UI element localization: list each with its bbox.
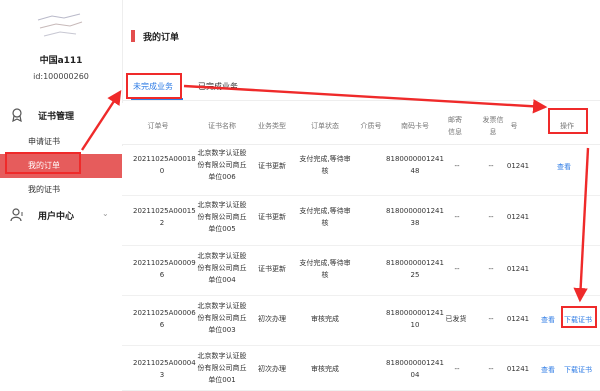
order-number: 20211025A00006 6: [133, 309, 196, 329]
order-status: 审核完成: [311, 315, 339, 323]
number-cell: 01241: [506, 162, 530, 170]
nav-group-user-center[interactable]: 用户中心 ⌄: [0, 206, 122, 226]
certificate-name: 北京数字认证股 份有限公司商丘 单位006: [197, 149, 247, 181]
order-status: 支付完成,等待审核: [299, 207, 351, 227]
sidebar-item-apply-certificate[interactable]: 申请证书: [0, 130, 122, 154]
title-accent-bar: [131, 30, 135, 42]
invoice-info: --: [488, 315, 494, 323]
view-link[interactable]: 查看: [538, 314, 558, 326]
col-header-order-status: 订单状态: [311, 122, 339, 130]
order-status: 支付完成,等待审核: [299, 259, 351, 279]
user-id: id:100000260: [33, 72, 89, 81]
card-number: 8180000001241 38: [386, 207, 444, 227]
order-number: 20211025A00015 2: [133, 207, 196, 227]
nav-group-label: 用户中心: [38, 212, 75, 222]
col-header-cert-name: 证书名称: [208, 122, 236, 130]
sidebar-item-my-certificates[interactable]: 我的证书: [0, 178, 122, 202]
nav-group-certificate-management[interactable]: 证书管理: [0, 106, 122, 126]
business-type: 证书更新: [258, 265, 286, 273]
annotation-box-my-orders: [5, 152, 81, 174]
mail-info: 已发货: [445, 315, 467, 323]
download-certificate-link[interactable]: 下载证书: [562, 364, 594, 376]
invoice-info: --: [488, 365, 494, 373]
company-logo: [30, 6, 90, 46]
page-title: 我的订单: [143, 33, 180, 43]
card-number: 8180000001241 25: [386, 259, 444, 279]
mail-info: --: [454, 213, 460, 221]
annotation-box-incomplete-tab: [126, 73, 182, 99]
col-header-medium-no: 介质号: [360, 122, 382, 130]
order-status: 支付完成,等待审核: [299, 155, 351, 175]
mail-info: --: [454, 365, 460, 373]
business-type: 证书更新: [258, 162, 286, 170]
user-name: 中国a111: [39, 56, 83, 66]
order-number: 20211025A00009 6: [133, 259, 196, 279]
order-number: 20211025A00018 0: [133, 155, 196, 175]
number-cell: 01241: [506, 365, 530, 373]
certificate-name: 北京数字认证股 份有限公司商丘 单位005: [197, 201, 247, 233]
card-number: 8180000001241 48: [386, 155, 444, 175]
business-type: 证书更新: [258, 213, 286, 221]
number-cell: 01241: [506, 213, 530, 221]
col-header-card-no: 南码卡号: [401, 122, 429, 130]
chevron-down-icon: ⌄: [102, 209, 109, 218]
col-header-order-no: 订单号: [147, 122, 169, 130]
nav-group-label: 证书管理: [38, 112, 75, 122]
certificate-name: 北京数字认证股 份有限公司商丘 单位001: [197, 352, 247, 384]
user-icon: [10, 208, 23, 222]
certificate-icon: [12, 108, 22, 122]
certificate-name: 北京数字认证股 份有限公司商丘 单位004: [197, 252, 247, 284]
col-header-business-type: 业务类型: [258, 122, 286, 130]
col-header-number: 号: [510, 122, 518, 130]
business-type: 初次办理: [258, 315, 286, 323]
invoice-info: --: [488, 162, 494, 170]
mail-info: --: [454, 265, 460, 273]
certificate-name: 北京数字认证股 份有限公司商丘 单位003: [197, 302, 247, 334]
annotation-box-download: [561, 306, 597, 328]
tab-divider: [122, 100, 600, 101]
col-header-invoice-info: 发票信息: [482, 116, 504, 136]
view-link[interactable]: 查看: [554, 161, 574, 173]
order-status: 审核完成: [311, 365, 339, 373]
card-number: 8180000001241 04: [386, 359, 444, 379]
page: { "user": {"name":"中国a111","id":"id:1000…: [0, 0, 600, 391]
invoice-info: --: [488, 213, 494, 221]
invoice-info: --: [488, 265, 494, 273]
card-number: 8180000001241 10: [386, 309, 444, 329]
view-link[interactable]: 查看: [538, 364, 558, 376]
number-cell: 01241: [506, 315, 530, 323]
annotation-box-actions-header: [548, 108, 588, 134]
order-number: 20211025A00004 3: [133, 359, 196, 379]
business-type: 初次办理: [258, 365, 286, 373]
tab-completed-business[interactable]: 已完成业务: [198, 81, 238, 92]
col-header-mail-info: 邮寄信息: [448, 116, 462, 136]
number-cell: 01241: [506, 265, 530, 273]
sidebar: 中国a111 id:100000260 证书管理 申请证书 我的订单 我的证书 …: [0, 0, 122, 391]
mail-info: --: [454, 162, 460, 170]
